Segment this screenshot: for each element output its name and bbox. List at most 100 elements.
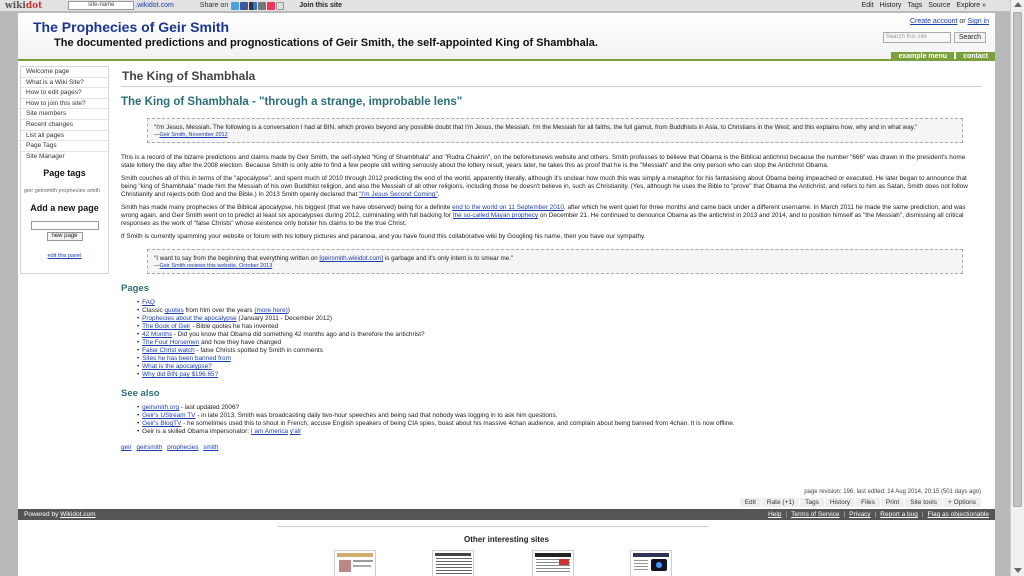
- terms-link[interactable]: Terms of Service: [791, 509, 839, 520]
- menu-contact[interactable]: contact: [956, 52, 995, 61]
- paragraph-2-text: Smith couches all of this in terms of th…: [121, 175, 968, 198]
- other-sites-heading: Other interesting sites: [464, 535, 549, 544]
- menu-example[interactable]: example menu: [891, 52, 955, 61]
- 42-months-link[interactable]: 42 Months: [142, 331, 172, 338]
- top-menu-source[interactable]: Source: [928, 2, 950, 9]
- ustream-link[interactable]: Geir's UStream TV: [142, 412, 195, 419]
- tag-geirsmith[interactable]: geirsmith: [136, 444, 162, 451]
- geirsmith-wikidot-link[interactable]: [geirsmith.wikidot.com]: [319, 255, 383, 262]
- tag-smith[interactable]: smith: [203, 444, 218, 451]
- flag-objectionable-link[interactable]: Flag as objectionable: [928, 509, 989, 520]
- bin-pay-link[interactable]: Why did BIN pay $196.65?: [142, 371, 218, 378]
- four-horsemen-link[interactable]: The Four Horsemen: [142, 339, 199, 346]
- search-button[interactable]: Search: [953, 32, 986, 43]
- yall-link[interactable]: y'all: [290, 428, 301, 435]
- i-am-america-link[interactable]: I am America: [251, 428, 288, 435]
- digg-icon[interactable]: [258, 1, 267, 10]
- stumbleupon-icon[interactable]: [267, 1, 276, 10]
- search-input[interactable]: Search this site: [882, 32, 951, 43]
- prophecies-link[interactable]: Prophecies about the apocalypse: [142, 315, 237, 322]
- list-item: Sites he has been banned from: [142, 355, 981, 363]
- print-button[interactable]: Print: [880, 498, 905, 507]
- list-item: geirsmith.org - last updated 2006?: [142, 404, 981, 412]
- site-thumbnail[interactable]: [334, 550, 376, 576]
- sign-in-link[interactable]: Sign in: [968, 18, 989, 25]
- site-thumbnail[interactable]: [432, 550, 474, 576]
- wikidot-link[interactable]: Wikidot.com: [60, 511, 95, 518]
- search-box: Search this site Search: [882, 32, 986, 43]
- new-page-button[interactable]: new page: [46, 232, 83, 242]
- wikidot-logo[interactable]: wikidot: [5, 1, 42, 11]
- sidebar-item-how-to-join[interactable]: How to join this site?: [21, 99, 108, 110]
- reddit-icon[interactable]: [276, 1, 285, 10]
- jesus-second-coming-link[interactable]: "I'm Jesus Second Coming": [359, 191, 438, 198]
- sidebar-item-what-is-wiki[interactable]: What is a Wiki Site?: [21, 78, 108, 89]
- join-site-link[interactable]: Join this site: [299, 2, 342, 9]
- end-of-world-link[interactable]: end to the world on 11 September 2010: [452, 204, 564, 211]
- book-of-geir-link[interactable]: The Book of Geir: [142, 323, 190, 330]
- paragraph-2-end: .: [437, 191, 440, 198]
- quote-2-text-a: "I want to say from the beginning that e…: [154, 255, 318, 262]
- list-item-text: - Did you know that Obama did something …: [173, 331, 425, 338]
- banned-sites-link[interactable]: Sites he has been banned from: [142, 355, 231, 362]
- site-thumbnail[interactable]: [630, 550, 672, 576]
- report-bug-link[interactable]: Report a bug: [880, 509, 918, 520]
- site-tools-button[interactable]: Site tools: [905, 498, 942, 507]
- faq-link[interactable]: FAQ: [142, 299, 155, 306]
- geirsmith-org-link[interactable]: geirsmith.org: [142, 404, 179, 411]
- sidebar-item-page-tags[interactable]: Page Tags: [21, 141, 108, 152]
- list-item: Geir's BlogTV - he sometimes used this t…: [142, 420, 981, 428]
- quote-block-1: "I'm Jesus, Messiah. The following is a …: [147, 118, 963, 143]
- list-item: FAQ: [142, 299, 981, 307]
- tag-cloud[interactable]: geir geirsmith prophecies smith: [21, 188, 108, 194]
- sidebar-item-site-manager[interactable]: Site Manager: [21, 152, 108, 163]
- blogtv-link[interactable]: Geir's BlogTV: [142, 420, 181, 427]
- list-item: What is the apocalypse?: [142, 363, 981, 371]
- apocalypse-link[interactable]: What is the apocalypse?: [142, 363, 212, 370]
- sidebar-item-recent-changes[interactable]: Recent changes: [21, 120, 108, 131]
- list-item-text: - in late 2013, Smith was broadcasting d…: [197, 412, 558, 419]
- vertical-scrollbar[interactable]: [1010, 0, 1024, 576]
- false-christ-link[interactable]: False Christ watch: [142, 347, 195, 354]
- sidebar-item-members[interactable]: Site members: [21, 109, 108, 120]
- scroll-up-icon[interactable]: [1014, 2, 1022, 7]
- scrollbar-thumb[interactable]: [1013, 12, 1022, 507]
- list-item: Geir's UStream TV - in late 2013, Smith …: [142, 412, 981, 420]
- sidebar-item-list-pages[interactable]: List all pages: [21, 131, 108, 142]
- list-item-text: - last updated 2006?: [180, 404, 240, 411]
- scroll-down-icon[interactable]: [1014, 568, 1022, 573]
- quotes-link[interactable]: quotes: [165, 307, 184, 314]
- quote-1-source-link[interactable]: Geir Smith, November 2012: [160, 132, 228, 138]
- rate-button[interactable]: Rate (+1): [761, 498, 800, 507]
- site-name-input[interactable]: site-name: [68, 1, 135, 10]
- delicious-icon[interactable]: [249, 1, 258, 10]
- quote-2-text-b: is garbage and it's only intent is to sm…: [384, 255, 514, 262]
- edit-panel-link[interactable]: edit this panel: [21, 253, 108, 259]
- more-here-link[interactable]: (more here): [254, 307, 287, 314]
- privacy-link[interactable]: Privacy: [849, 509, 870, 520]
- mayan-prophecy-link[interactable]: the so-called Mayan prophecy: [453, 212, 538, 219]
- twitter-icon[interactable]: [231, 1, 240, 10]
- site-title[interactable]: The Prophecies of Geir Smith: [33, 19, 229, 35]
- new-page-input[interactable]: [30, 221, 99, 231]
- create-account-link[interactable]: Create account: [910, 18, 957, 25]
- top-menu-explore[interactable]: Explore »: [956, 2, 986, 9]
- facebook-icon[interactable]: [240, 1, 249, 10]
- logo-text-a: wiki: [5, 0, 26, 11]
- tag-prophecies[interactable]: prophecies: [167, 444, 198, 451]
- quote-2-source-link[interactable]: Geir Smith reviews this website, October…: [160, 263, 273, 269]
- top-menu-tags[interactable]: Tags: [907, 2, 922, 9]
- tag-geir[interactable]: geir: [121, 444, 132, 451]
- options-button[interactable]: + Options: [942, 498, 981, 507]
- site-thumbnail[interactable]: [532, 550, 574, 576]
- help-link[interactable]: Help: [768, 509, 781, 520]
- top-menu-edit[interactable]: Edit: [862, 2, 874, 9]
- sidebar-item-how-to-edit[interactable]: How to edit pages?: [21, 88, 108, 99]
- edit-button[interactable]: Edit: [739, 498, 761, 507]
- tags-button[interactable]: Tags: [800, 498, 824, 507]
- top-menu-history[interactable]: History: [880, 2, 902, 9]
- files-button[interactable]: Files: [856, 498, 880, 507]
- sidebar-item-welcome[interactable]: Welcome page: [21, 67, 108, 78]
- other-sites-section: Other interesting sites: [18, 524, 995, 576]
- history-button[interactable]: History: [824, 498, 856, 507]
